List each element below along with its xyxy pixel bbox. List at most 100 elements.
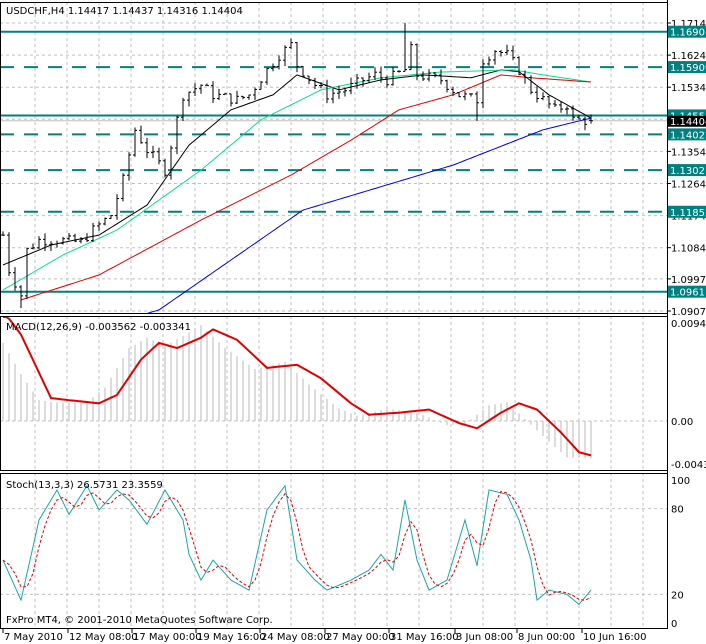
price-bar: [97, 221, 101, 231]
price-bar: [367, 72, 371, 84]
moving-average-ma_fast: [2, 69, 592, 266]
time-tick-label: 12 May 08:00: [69, 632, 138, 643]
stoch-main-line: [2, 484, 592, 606]
stoch-tick-label: 20: [671, 590, 684, 601]
price-tick-label: 1.16245: [671, 51, 706, 62]
symbol-header: USDCHF,H4 1.14417 1.14437 1.14316 1.1440…: [6, 6, 243, 17]
price-bar: [505, 44, 509, 55]
price-bar: [253, 87, 257, 101]
price-bar: [331, 87, 335, 104]
price-bar: [1, 231, 5, 236]
price-bar: [487, 56, 491, 66]
price-bar: [289, 38, 293, 50]
price-bar: [349, 77, 353, 95]
time-tick-label: 10 Jun 16:00: [583, 632, 647, 643]
price-bar: [493, 50, 497, 65]
price-bar: [469, 93, 473, 97]
price-bar: [559, 101, 563, 113]
time-tick-label: 8 Jun 00:00: [518, 632, 575, 643]
price-tick-label: 1.09970: [671, 275, 706, 286]
time-tick-label: 19 May 16:00: [197, 632, 266, 643]
price-bar: [535, 86, 539, 103]
macd-tick-label: 0.00941: [671, 319, 706, 330]
price-bar: [565, 106, 569, 115]
price-bar: [259, 81, 263, 90]
price-bar: [211, 81, 215, 104]
price-bar: [235, 90, 239, 105]
level-lines[interactable]: [0, 30, 667, 293]
macd-pane: [2, 316, 592, 459]
price-bar: [475, 91, 479, 121]
price-tick-label: 1.09070: [671, 307, 706, 318]
stoch-tick-label: 0: [671, 619, 677, 630]
price-bar: [199, 84, 203, 94]
price-bar: [307, 75, 311, 85]
time-tick-label: 27 May 00:00: [326, 632, 395, 643]
price-bar: [127, 152, 131, 181]
price-bar: [169, 145, 173, 180]
moving-average-ma_mid: [2, 69, 592, 291]
stoch-tick-label: 80: [671, 505, 684, 516]
price-bar: [445, 79, 449, 93]
price-bar: [181, 97, 185, 122]
price-bar: [547, 95, 551, 109]
price-bar: [157, 147, 161, 165]
price-bar: [91, 222, 95, 243]
price-bar: [511, 45, 515, 61]
level-price-label: 1.15909: [670, 63, 706, 74]
price-bar: [79, 236, 83, 244]
price-bar: [421, 71, 425, 81]
moving-average-ma_slow: [20, 74, 592, 301]
macd-tick-label: 0.00: [671, 417, 693, 428]
price-bar: [397, 70, 401, 73]
time-tick-label: 7 May 2010: [4, 632, 63, 643]
time-tick-label: 31 May 16:00: [390, 632, 459, 643]
level-price-label: 1.16901: [670, 28, 706, 39]
price-bar: [145, 137, 149, 159]
time-tick-label: 3 Jun 08:00: [456, 632, 513, 643]
price-bar: [355, 73, 359, 89]
price-tick-label: 1.12645: [671, 179, 706, 190]
price-bar: [283, 45, 287, 67]
price-bar: [31, 243, 35, 250]
stoch-pane: [2, 484, 592, 606]
price-tick-label: 1.10845: [671, 244, 706, 255]
price-bar: [265, 68, 269, 85]
level-price-label: 1.11852: [670, 208, 706, 219]
price-bar: [163, 158, 167, 178]
price-bar: [205, 83, 209, 87]
price-bar: [241, 95, 245, 100]
price-bar: [151, 145, 155, 159]
pane-border: [0, 2, 668, 314]
price-bar: [223, 92, 227, 95]
price-bar: [7, 232, 11, 276]
price-bar: [403, 23, 407, 72]
price-bar: [217, 88, 221, 101]
pane-frames: [0, 0, 668, 629]
price-bar: [229, 93, 233, 107]
level-price-label: 1.13021: [670, 166, 706, 177]
price-bar: [193, 83, 197, 96]
price-bar: [133, 127, 137, 157]
price-tick-label: 1.13545: [671, 147, 706, 158]
mt4-chart[interactable]: 1.171451.162451.153451.144451.135451.126…: [0, 0, 706, 644]
moving-averages: [2, 69, 592, 313]
price-bar: [115, 194, 119, 220]
price-bar: [139, 125, 143, 144]
macd-header: MACD(12,26,9) -0.003562 -0.003341: [6, 322, 191, 333]
price-bar: [121, 173, 125, 202]
level-price-label: 1.14022: [670, 130, 706, 141]
price-bar: [103, 217, 107, 226]
price-bar: [247, 94, 251, 100]
price-bar: [541, 92, 545, 101]
current-price-label: 1.14404: [670, 117, 706, 128]
price-bar: [19, 285, 23, 309]
time-tick-label: 24 May 08:00: [261, 632, 330, 643]
price-bar: [55, 240, 59, 248]
stoch-tick-label: 100: [671, 476, 690, 487]
price-bars: [1, 23, 593, 309]
price-bar: [553, 100, 557, 108]
price-bar: [67, 233, 71, 241]
copyright-text: FxPro MT4, © 2001-2010 MetaQuotes Softwa…: [6, 615, 273, 626]
price-bar: [583, 116, 587, 131]
